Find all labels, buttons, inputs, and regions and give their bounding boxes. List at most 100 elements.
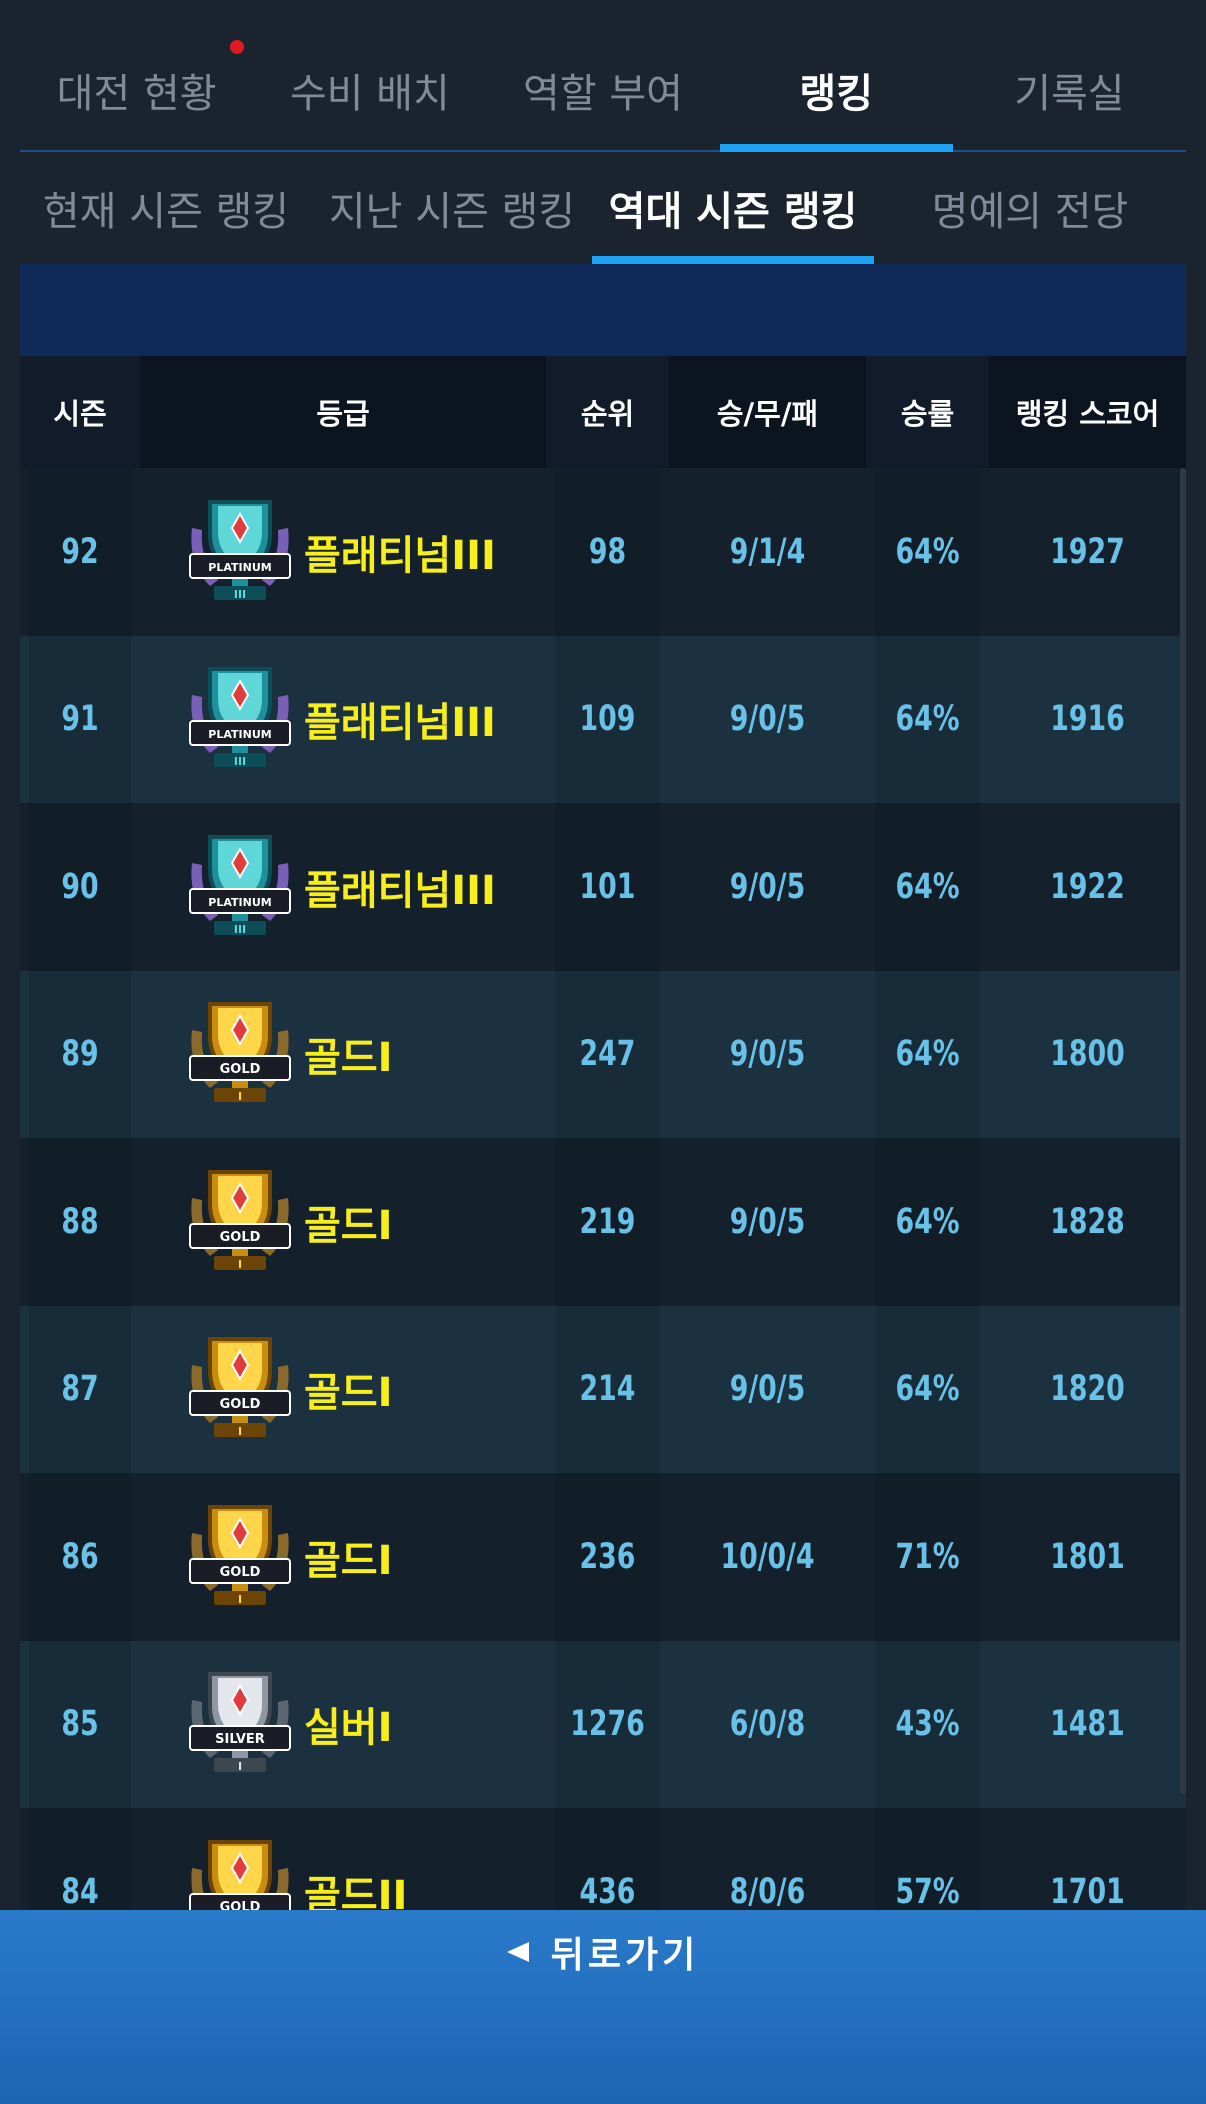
rank-cell: 247: [555, 970, 660, 1138]
svg-text:GOLD: GOLD: [220, 1397, 261, 1412]
ranking-score-cell: 1801: [1050, 1536, 1125, 1577]
grade-label: 골드I: [304, 1537, 393, 1584]
table-row[interactable]: 84GOLDII골드II4368/0/657%1701: [20, 1808, 1186, 1912]
win-draw-loss-cell: 8/0/6: [729, 1871, 806, 1912]
subtab-last-season[interactable]: 지난 시즌 랭킹: [312, 152, 592, 264]
table-row[interactable]: 86 GOLD I 골드I 236 10/0/4 71% 1801: [20, 1473, 1186, 1641]
season-cell: 91: [29, 635, 131, 803]
win-draw-loss-cell: 9/0/5: [729, 1369, 806, 1410]
grade-label: 골드I: [304, 1035, 393, 1082]
grade-label: 플래티넘III: [304, 532, 496, 579]
grade-cell: PLATINUM III 플래티넘III: [140, 803, 546, 971]
rank-cell: 214: [555, 1305, 660, 1473]
grade-cell: GOLD I 골드I: [140, 1138, 546, 1306]
grade-cell: GOLD I 골드I: [140, 1473, 546, 1641]
rank-cell: 219: [555, 1138, 660, 1306]
gold-trophy-icon: GOLD I: [184, 1164, 296, 1280]
header-win-rate: 승률: [866, 356, 989, 468]
grade-label: 실버I: [304, 1705, 393, 1752]
screen: 대전 현황 수비 배치 역할 부여 랭킹 기록실 현재 시즌 랭킹 지난 시즌 …: [0, 0, 1206, 2104]
win-rate-cell: 64%: [875, 635, 980, 803]
tab-records[interactable]: 기록실: [953, 0, 1186, 150]
header-banner: [20, 264, 1186, 356]
grade-cell: PLATINUM III 플래티넘III: [140, 468, 546, 636]
subtab-current-season[interactable]: 현재 시즌 랭킹: [20, 152, 312, 264]
svg-text:SILVER: SILVER: [215, 1732, 265, 1747]
win-rate-cell: 64%: [875, 970, 980, 1138]
table-body[interactable]: 92 PLATINUM III 플래티넘III 98 9/1/4 64% 1927 91 PLAT…: [20, 468, 1186, 1912]
header-grade: 등급: [316, 397, 370, 431]
svg-text:PLATINUM: PLATINUM: [208, 728, 271, 741]
back-button[interactable]: 뒤로가기: [0, 1926, 1206, 1978]
svg-text:GOLD: GOLD: [220, 1565, 261, 1580]
platinum-trophy-icon: PLATINUM III: [184, 494, 296, 610]
svg-text:III: III: [234, 923, 246, 936]
svg-text:III: III: [234, 588, 246, 601]
svg-text:GOLD: GOLD: [220, 1062, 261, 1077]
win-draw-loss-cell: 9/0/5: [729, 1034, 806, 1075]
svg-text:I: I: [238, 1258, 242, 1271]
win-draw-loss-cell: 9/0/5: [729, 1201, 806, 1242]
win-rate-cell: 71%: [875, 1473, 980, 1641]
subtab-all-seasons[interactable]: 역대 시즌 랭킹: [592, 152, 874, 264]
table-header: 시즌 등급 순위 승/무/패 승률 랭킹 스코어: [20, 356, 1186, 468]
win-rate-cell: 43%: [875, 1640, 980, 1808]
grade-cell: GOLD I 골드I: [140, 971, 546, 1139]
gold-trophy-icon: GOLD I: [184, 996, 296, 1112]
grade-label: 플래티넘III: [304, 700, 496, 747]
grade-cell: GOLD I 골드I: [140, 1306, 546, 1474]
svg-text:GOLD: GOLD: [220, 1230, 261, 1245]
season-cell: 88: [29, 1138, 131, 1306]
notification-dot: [230, 40, 244, 54]
ranking-score-cell: 1820: [1050, 1369, 1125, 1410]
grade-cell: PLATINUM III 플래티넘III: [140, 636, 546, 804]
tab-battle-status[interactable]: 대전 현황: [20, 0, 253, 150]
ranking-score-cell: 1922: [1050, 866, 1125, 907]
season-cell: 92: [29, 468, 131, 636]
rank-cell: 236: [555, 1473, 660, 1641]
grade-cell: GOLDII골드II: [140, 1808, 546, 1912]
back-button-label: 뒤로가기: [550, 1935, 700, 1976]
rank-cell: 436: [555, 1808, 660, 1912]
season-cell: 85: [29, 1640, 131, 1808]
tab-defense-placement[interactable]: 수비 배치: [253, 0, 486, 150]
gold-trophy-icon: GOLDII: [184, 1834, 296, 1912]
season-cell: 89: [29, 970, 131, 1138]
table-row[interactable]: 87 GOLD I 골드I 214 9/0/5 64% 1820: [20, 1305, 1186, 1474]
header-season: 시즌: [20, 356, 140, 468]
platinum-trophy-icon: PLATINUM III: [184, 829, 296, 945]
svg-text:I: I: [238, 1425, 242, 1438]
rank-cell: 109: [555, 635, 660, 803]
win-rate-cell: 64%: [875, 1305, 980, 1473]
ranking-score-cell: 1828: [1050, 1201, 1125, 1242]
season-cell: 90: [29, 803, 131, 971]
silver-trophy-icon: SILVER I: [184, 1666, 296, 1782]
grade-label: 골드I: [304, 1370, 393, 1417]
table-row[interactable]: 88 GOLD I 골드I 219 9/0/5 64% 1828: [20, 1138, 1186, 1306]
svg-text:I: I: [238, 1593, 242, 1606]
table-row[interactable]: 85 SILVER I 실버I 1276 6/0/8 43% 1481: [20, 1640, 1186, 1808]
subtab-hall-of-fame[interactable]: 명예의 전당: [874, 152, 1186, 264]
win-rate-cell: 57%: [875, 1808, 980, 1912]
win-rate-cell: 64%: [875, 1138, 980, 1306]
gold-trophy-icon: GOLD I: [184, 1331, 296, 1447]
svg-text:I: I: [238, 1090, 242, 1103]
left-triangle-icon: [506, 1942, 529, 1962]
tab-ranking[interactable]: 랭킹: [719, 0, 954, 152]
table-row[interactable]: 90 PLATINUM III 플래티넘III 101 9/0/5 64% 1922: [20, 803, 1186, 971]
grade-label: 골드I: [304, 1202, 393, 1249]
header-win-draw-loss: 승/무/패: [716, 397, 819, 431]
ranking-score-cell: 1916: [1050, 699, 1125, 740]
table-row[interactable]: 92 PLATINUM III 플래티넘III 98 9/1/4 64% 1927: [20, 468, 1186, 636]
table-row[interactable]: 91 PLATINUM III 플래티넘III 109 9/0/5 64% 1916: [20, 635, 1186, 804]
scrollbar[interactable]: [1180, 468, 1186, 1794]
table-row[interactable]: 89 GOLD I 골드I 247 9/0/5 64% 1800: [20, 970, 1186, 1139]
season-cell: 87: [29, 1305, 131, 1473]
grade-label: 플래티넘III: [304, 867, 496, 914]
win-draw-loss-cell: 9/0/5: [729, 866, 806, 907]
tab-role-assignment[interactable]: 역할 부여: [486, 0, 719, 150]
grade-label: 골드II: [304, 1872, 408, 1912]
svg-text:III: III: [234, 755, 246, 768]
header-ranking-score: 랭킹 스코어: [1015, 397, 1160, 431]
win-draw-loss-cell: 10/0/4: [720, 1536, 815, 1577]
